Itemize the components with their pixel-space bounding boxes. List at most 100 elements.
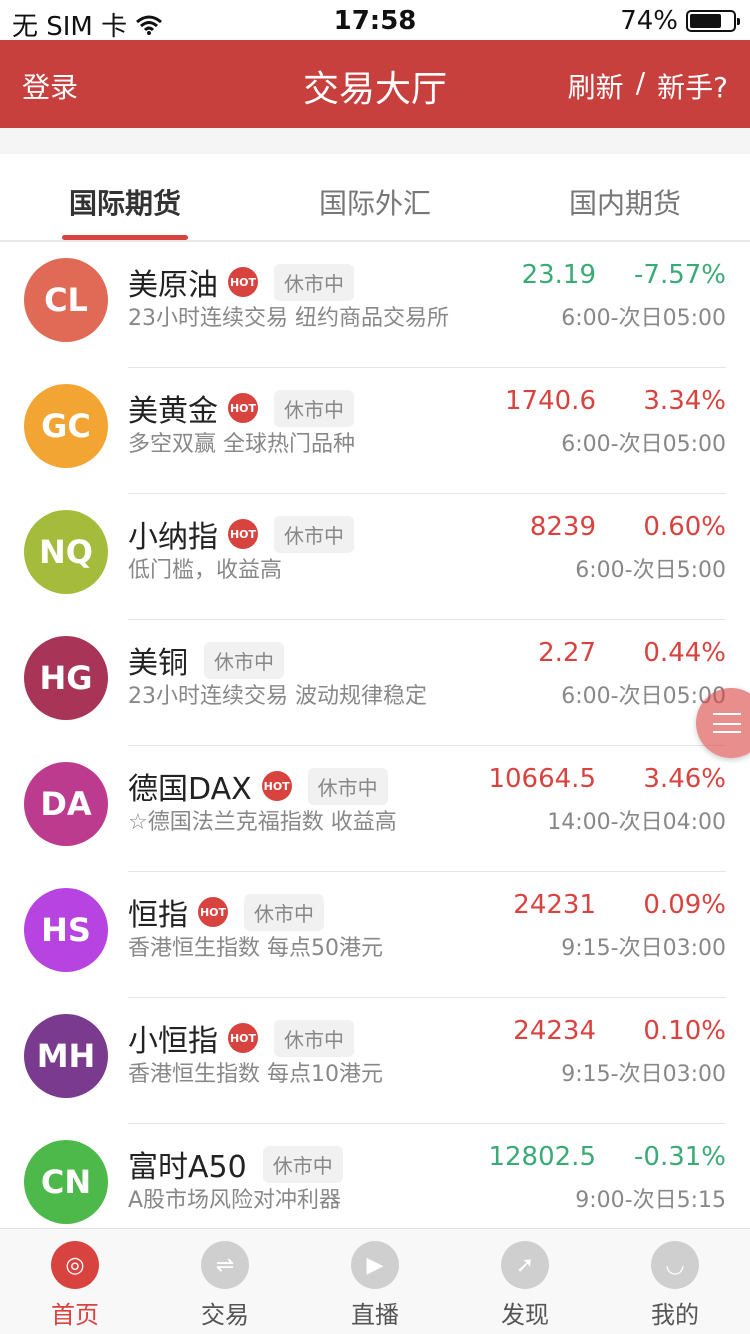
name-line: 美铜 休市中: [128, 638, 284, 682]
battery-icon: [686, 10, 740, 32]
change-percent: 0.09%: [643, 890, 726, 920]
hot-icon: HOT: [198, 897, 228, 927]
nav-separator: /: [635, 66, 646, 99]
list-item[interactable]: DA 德国DAX HOT 休市中 ☆德国法兰克福指数 收益高 10664.5 3.46% 14…: [0, 746, 750, 872]
change-percent: 0.44%: [643, 638, 726, 668]
hot-icon: HOT: [228, 267, 258, 297]
battery-level: [690, 14, 722, 28]
name-line: 恒指 HOT 休市中: [128, 890, 324, 934]
avatar: CL: [24, 258, 108, 342]
product-name: 德国DAX: [128, 772, 252, 807]
avatar: HG: [24, 636, 108, 720]
tab-2[interactable]: 国内期货: [500, 154, 750, 240]
tabbar-label: 首页: [51, 1301, 99, 1329]
status-badge: 休市中: [204, 641, 284, 679]
change-percent: -7.57%: [634, 260, 726, 290]
product-description: 香港恒生指数 每点50港元: [128, 936, 383, 961]
avatar: HS: [24, 888, 108, 972]
tabbar-item-0[interactable]: ◎ 首页: [0, 1229, 150, 1334]
status-badge: 休市中: [274, 515, 354, 553]
list-item[interactable]: CL 美原油 HOT 休市中 23小时连续交易 纽约商品交易所 23.19 -7.57% 6:…: [0, 242, 750, 368]
status-badge: 休市中: [262, 1145, 343, 1183]
status-badge: 休市中: [307, 767, 388, 805]
product-name: 小纳指: [128, 520, 218, 555]
tab-0[interactable]: 国际期货: [0, 154, 250, 240]
list-item[interactable]: GC 美黄金 HOT 休市中多空双赢 全球热门品种 1740.6 3.34% 6:00-次日…: [0, 368, 750, 494]
list-item[interactable]: HS 恒指 HOT 休市中 香港恒生指数 每点50港元 24231 0.09% 9:15-次日…: [0, 872, 750, 998]
product-name: 恒指: [128, 898, 188, 933]
product-description: 23小时连续交易 波动规律稳定: [128, 684, 427, 709]
price-value: 1740.6: [505, 386, 596, 416]
nav-actions: 刷新 / 新手?: [568, 66, 728, 106]
trading-hours: 14:00-次日04:00: [547, 810, 726, 835]
menu-icon: [713, 713, 741, 733]
product-description: 香港恒生指数 每点10港元: [128, 1062, 383, 1087]
nav-bar: 登录 交易大厅 刷新 / 新手?: [0, 40, 750, 128]
status-badge: 休市中: [274, 263, 354, 301]
hot-icon: HOT: [261, 771, 292, 801]
user-icon: ◡: [651, 1241, 699, 1289]
tv-icon: ▶: [351, 1241, 399, 1289]
name-line: 美黄金 HOT 休市中: [128, 386, 354, 430]
name-line: 小纳指 HOT 休市中: [128, 512, 354, 556]
list-item[interactable]: NQ 小纳指 HOT 休市中 低门槛，收益高 8239 0.60% 6:00-次日5:00: [0, 494, 750, 620]
tabbar-label: 我的: [651, 1301, 699, 1329]
exchange-icon: ⇌: [201, 1241, 249, 1289]
product-description: A股市场风险对冲利器: [128, 1188, 342, 1213]
list-item[interactable]: CN 富时A50 休市中 A股市场风险对冲利器 12802.5 -0.31% 9:00-次日…: [0, 1124, 750, 1228]
avatar: GC: [24, 384, 108, 468]
tabbar-item-3[interactable]: ➚ 发现: [450, 1229, 600, 1334]
bottom-tab-bar: ◎ 首页 ⇌ 交易 ▶ 直播 ➚ 发现 ◡ 我的: [0, 1228, 750, 1334]
product-name: 美黄金: [128, 394, 218, 429]
avatar: NQ: [24, 510, 108, 594]
tabbar-item-1[interactable]: ⇌ 交易: [150, 1229, 300, 1334]
change-percent: -0.31%: [634, 1142, 726, 1172]
change-percent: 3.34%: [643, 386, 726, 416]
tabbar-item-2[interactable]: ▶ 直播: [300, 1229, 450, 1334]
price-value: 8239: [529, 512, 596, 542]
name-line: 德国DAX HOT 休市中: [128, 764, 388, 808]
refresh-button[interactable]: 刷新: [568, 66, 624, 106]
price-value: 23.19: [521, 260, 596, 290]
home-icon: ◎: [51, 1241, 99, 1289]
product-description: ☆德国法兰克福指数 收益高: [128, 810, 397, 835]
name-line: 小恒指 HOT 休市中: [128, 1016, 354, 1060]
battery-percent: 74%: [620, 6, 678, 36]
change-percent: 0.60%: [643, 512, 726, 542]
compass-icon: ➚: [501, 1241, 549, 1289]
market-tabs: 国际期货 国际外汇 国内期货: [0, 154, 750, 242]
product-name: 富时A50: [128, 1150, 247, 1185]
avatar: CN: [24, 1140, 108, 1224]
status-bar: 无 SIM 卡 17:58 74%: [0, 0, 750, 42]
trading-hours: 6:00-次日5:00: [575, 558, 726, 583]
price-value: 2.27: [538, 638, 596, 668]
tabbar-label: 直播: [351, 1301, 399, 1329]
product-description: 23小时连续交易 纽约商品交易所: [128, 306, 449, 331]
tab-1[interactable]: 国际外汇: [250, 154, 500, 240]
product-description: 多空双赢 全球热门品种: [128, 432, 355, 457]
hot-icon: HOT: [228, 519, 258, 549]
hot-icon: HOT: [228, 393, 258, 423]
trading-hours: 9:15-次日03:00: [561, 1062, 726, 1087]
newbie-help-button[interactable]: 新手?: [657, 66, 728, 106]
avatar: MH: [24, 1014, 108, 1098]
product-name: 美原油: [128, 268, 218, 303]
trading-hours: 9:15-次日03:00: [561, 936, 726, 961]
list-item[interactable]: HG 美铜 休市中 23小时连续交易 波动规律稳定 2.27 0.44% 6:00-次日05…: [0, 620, 750, 746]
hot-icon: HOT: [228, 1023, 258, 1053]
status-badge: 休市中: [274, 389, 354, 427]
trading-hours: 6:00-次日05:00: [561, 306, 726, 331]
price-value: 12802.5: [488, 1142, 596, 1172]
name-line: 富时A50 休市中: [128, 1142, 343, 1186]
list-item[interactable]: MH 小恒指 HOT 休市中 香港恒生指数 每点10港元 24234 0.10% 9:15-次…: [0, 998, 750, 1124]
price-value: 24231: [513, 890, 596, 920]
product-name: 小恒指: [128, 1024, 218, 1059]
trading-hours: 6:00-次日05:00: [561, 432, 726, 457]
tabbar-item-4[interactable]: ◡ 我的: [600, 1229, 750, 1334]
notice-strip: [0, 128, 750, 154]
status-badge: 休市中: [274, 1019, 354, 1057]
trading-hours: 9:00-次日5:15: [575, 1188, 726, 1213]
name-line: 美原油 HOT 休市中: [128, 260, 354, 304]
tabbar-label: 发现: [501, 1301, 549, 1329]
avatar: DA: [24, 762, 108, 846]
